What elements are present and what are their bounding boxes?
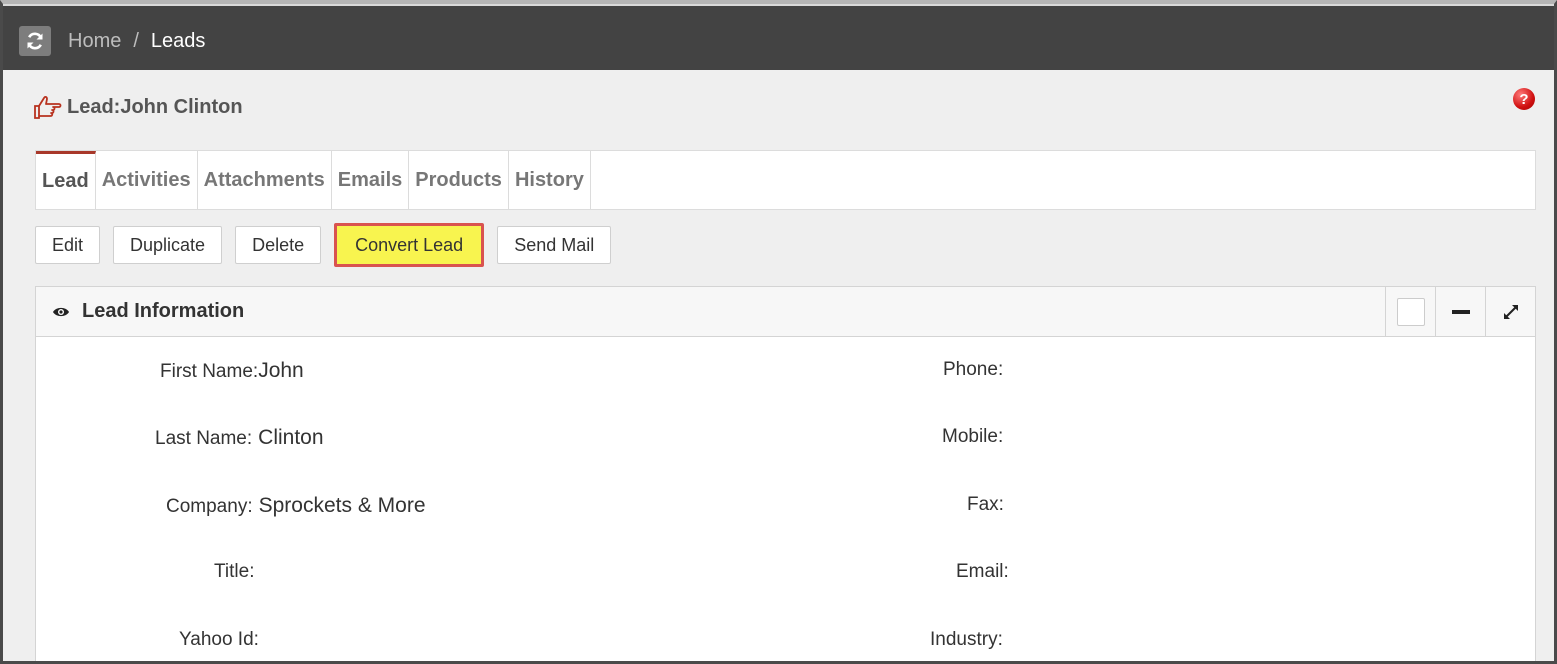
field-industry: Industry: xyxy=(930,629,1003,650)
field-first-name: First Name: John xyxy=(160,359,304,382)
checkbox-box xyxy=(1396,297,1425,326)
page-title: Lead:John Clinton xyxy=(33,92,243,122)
panel-header: Lead Information xyxy=(36,287,1535,337)
field-company: Company: Sprockets & More xyxy=(166,494,426,517)
panel-tools xyxy=(1385,287,1535,336)
tab-lead[interactable]: Lead xyxy=(36,151,96,209)
eye-icon xyxy=(53,307,69,316)
tab-products[interactable]: Products xyxy=(409,151,509,209)
field-yahoo-id: Yahoo Id: xyxy=(179,629,259,650)
collapse-button[interactable] xyxy=(1435,287,1485,336)
breadcrumb-home-link[interactable]: Home xyxy=(68,30,121,53)
select-checkbox[interactable] xyxy=(1385,287,1435,336)
tab-emails[interactable]: Emails xyxy=(332,151,410,209)
expand-button[interactable] xyxy=(1485,287,1535,336)
field-last-name: Last Name: Clinton xyxy=(155,426,324,449)
breadcrumb-separator: / xyxy=(133,29,139,52)
refresh-button[interactable] xyxy=(19,26,51,56)
expand-icon xyxy=(1503,304,1518,319)
send-mail-button[interactable]: Send Mail xyxy=(497,226,612,264)
refresh-icon xyxy=(27,32,43,50)
tab-history[interactable]: History xyxy=(509,151,591,209)
edit-button[interactable]: Edit xyxy=(35,226,101,264)
field-phone: Phone: xyxy=(943,359,1004,380)
tab-bar: Lead Activities Attachments Emails Produ… xyxy=(35,150,1536,210)
breadcrumb-current: Leads xyxy=(150,29,206,52)
top-navbar: Home / Leads xyxy=(3,4,1554,70)
convert-lead-button[interactable]: Convert Lead xyxy=(334,223,485,267)
tab-attachments[interactable]: Attachments xyxy=(198,151,332,209)
duplicate-button[interactable]: Duplicate xyxy=(113,226,223,264)
field-mobile: Mobile: xyxy=(942,426,1004,447)
delete-button[interactable]: Delete xyxy=(235,226,322,264)
minus-icon xyxy=(1451,309,1470,314)
action-toolbar: Edit Duplicate Delete Convert Lead Send … xyxy=(35,223,624,267)
page-title-text: Lead:John Clinton xyxy=(67,95,243,118)
field-email: Email: xyxy=(956,561,1009,582)
pointing-hand-icon xyxy=(34,96,62,119)
app-window: Home / Leads Lead:John Clinton ? Lead Ac… xyxy=(0,0,1557,664)
lead-information-panel: Lead Information First Name: John Last N… xyxy=(35,286,1536,661)
tab-activities[interactable]: Activities xyxy=(96,151,198,209)
panel-title: Lead Information xyxy=(82,300,245,322)
field-fax: Fax: xyxy=(967,494,1004,515)
breadcrumb: Home / Leads xyxy=(68,26,205,56)
help-icon[interactable]: ? xyxy=(1513,88,1535,110)
field-title: Title: xyxy=(214,561,255,582)
